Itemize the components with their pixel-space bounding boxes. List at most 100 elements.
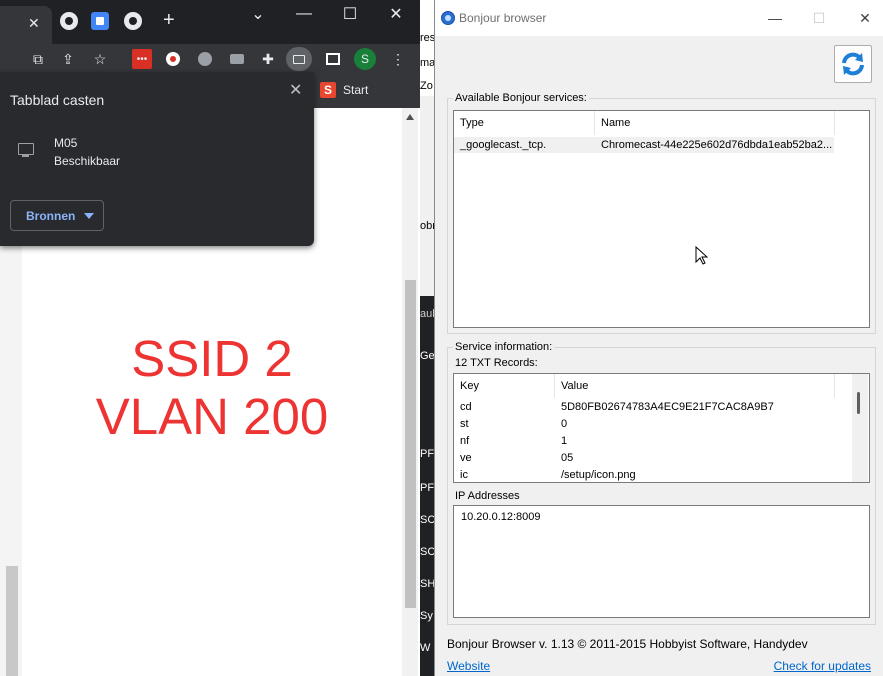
maximize-icon[interactable]: ☐: [327, 0, 373, 28]
footer-credits: Bonjour Browser v. 1.13 © 2011-2015 Hobb…: [447, 637, 808, 651]
check-updates-link[interactable]: Check for updates: [774, 659, 871, 673]
translate-tab-icon[interactable]: [91, 12, 109, 30]
start-bookmark-icon: S: [320, 82, 336, 98]
ip-address-item[interactable]: 10.20.0.12:8009: [461, 511, 541, 523]
new-tab-button[interactable]: +: [163, 10, 175, 30]
txt-value: 1: [561, 435, 568, 447]
bg-fragment: res: [420, 32, 434, 44]
service-type: _googlecast._tcp.: [460, 139, 547, 151]
share-icon[interactable]: ⇪: [58, 49, 78, 69]
extension-card-icon[interactable]: [227, 49, 247, 69]
bg-fragment: SH: [420, 578, 434, 590]
column-header-type[interactable]: Type: [454, 111, 595, 135]
close-tab-icon[interactable]: ✕: [28, 15, 40, 32]
bg-fragment: W: [420, 642, 431, 654]
active-tab[interactable]: ✕: [0, 6, 52, 44]
refresh-button[interactable]: [834, 45, 872, 83]
window-title: Bonjour browser: [459, 11, 547, 25]
minimize-icon[interactable]: —: [765, 8, 785, 28]
txt-value: /setup/icon.png: [561, 469, 636, 481]
website-link[interactable]: Website: [447, 659, 490, 673]
service-row[interactable]: _googlecast._tcp. Chromecast-44e225e602d…: [454, 137, 834, 153]
txt-row[interactable]: nf 1: [454, 433, 852, 449]
page-heading: SSID 2 VLAN 200: [22, 330, 402, 446]
ip-addresses-label: IP Addresses: [455, 490, 520, 502]
bg-fragment: ma: [420, 57, 434, 69]
services-list[interactable]: Type Name _googlecast._tcp. Chromecast-4…: [453, 110, 870, 328]
cast-device-status: Beschikbaar: [54, 154, 121, 168]
more-menu-icon[interactable]: ⋮: [388, 49, 408, 69]
refresh-icon: [842, 52, 864, 76]
start-bookmark[interactable]: Start: [343, 83, 368, 97]
ip-addresses-list[interactable]: 10.20.0.12:8009: [453, 505, 870, 618]
page-scrollbar[interactable]: [402, 108, 418, 676]
puzzle-extensions-icon[interactable]: ✚: [258, 49, 278, 69]
minimize-icon[interactable]: —: [281, 0, 327, 28]
column-header-name[interactable]: Name: [595, 111, 835, 135]
record-icon[interactable]: [163, 49, 183, 69]
txt-scrollbar-thumb[interactable]: [857, 392, 860, 414]
chrome-tab-icon[interactable]: [60, 12, 78, 30]
column-header-value[interactable]: Value: [555, 374, 835, 398]
close-icon[interactable]: ✕: [289, 80, 302, 100]
monitor-icon: [18, 143, 34, 157]
cast-icon[interactable]: [286, 47, 312, 71]
left-scrollbar-thumb[interactable]: [6, 566, 18, 676]
page-scrollbar-thumb[interactable]: [405, 280, 416, 608]
bookmark-star-icon[interactable]: ☆: [90, 49, 110, 69]
bg-fragment: Sy: [420, 610, 433, 622]
bg-fragment: PF: [420, 482, 434, 494]
txt-row[interactable]: ic /setup/icon.png: [454, 467, 852, 482]
translate-icon[interactable]: ⧉: [28, 49, 48, 69]
txt-scrollbar[interactable]: [852, 374, 868, 482]
txt-row[interactable]: ve 05: [454, 450, 852, 466]
bg-fragment: SC: [420, 514, 434, 526]
ssid-text: SSID 2: [131, 330, 293, 387]
cast-device-name: M05: [54, 136, 78, 150]
cast-dialog-title: Tabblad casten: [10, 92, 105, 108]
service-info-label: Service information:: [453, 341, 555, 353]
txt-count-label: 12 TXT Records:: [455, 357, 538, 369]
close-window-icon[interactable]: ✕: [373, 0, 419, 28]
bg-fragment: PF: [420, 448, 434, 460]
txt-key: st: [460, 418, 469, 430]
txt-value: 0: [561, 418, 568, 430]
chevron-down-icon[interactable]: ⌄: [235, 0, 281, 28]
cast-device-item[interactable]: M05 Beschikbaar: [0, 130, 314, 174]
maximize-icon: ☐: [812, 9, 826, 26]
mouse-cursor-icon: [695, 246, 709, 265]
txt-key: ic: [460, 469, 468, 481]
sidebar-toggle-icon[interactable]: [323, 49, 343, 69]
cast-dialog: Tabblad casten ✕ M05 Beschikbaar Bronnen: [0, 72, 314, 246]
close-window-icon[interactable]: ✕: [855, 8, 875, 28]
column-header-key[interactable]: Key: [454, 374, 555, 398]
caret-down-icon: [84, 212, 95, 219]
txt-value: 5D80FB02674783A4EC9E21F7CAC8A9B7: [561, 401, 774, 413]
txt-value: 05: [561, 452, 574, 464]
extension-dots-icon[interactable]: [195, 49, 215, 69]
bg-fragment: Geu: [420, 350, 434, 362]
bonjour-app-icon: [441, 11, 455, 25]
sources-dropdown-button[interactable]: Bronnen: [10, 200, 104, 231]
background-window-strip: res ma Zo obr aub Geu PF PF SC SC SH Sy …: [420, 0, 434, 676]
txt-key: cd: [460, 401, 472, 413]
bg-fragment: SC: [420, 546, 434, 558]
toolbar: ⧉ ⇪ ☆ ••• ✚ S ⋮: [0, 44, 420, 74]
bg-fragment: Zo: [420, 80, 433, 92]
txt-row[interactable]: cd 5D80FB02674783A4EC9E21F7CAC8A9B7: [454, 399, 852, 415]
txt-key: ve: [460, 452, 472, 464]
txt-row[interactable]: st 0: [454, 416, 852, 432]
service-name: Chromecast-44e225e602d76dbda1eab52ba2...: [601, 139, 833, 151]
txt-key: nf: [460, 435, 470, 447]
chrome-tab-icon[interactable]: [124, 12, 142, 30]
bonjour-browser-window: Bonjour browser — ☐ ✕ Available Bonjour …: [434, 0, 883, 676]
available-services-label: Available Bonjour services:: [453, 92, 589, 104]
vlan-text: VLAN 200: [95, 388, 329, 445]
scroll-up-icon[interactable]: [406, 114, 414, 120]
sources-label: Bronnen: [26, 208, 76, 223]
txt-records-list[interactable]: Key Value cd 5D80FB02674783A4EC9E21F7CAC…: [453, 373, 870, 483]
bg-fragment: aub: [420, 308, 434, 320]
title-bar: Bonjour browser — ☐ ✕: [435, 0, 883, 36]
profile-avatar[interactable]: S: [354, 48, 376, 70]
lastpass-icon[interactable]: •••: [132, 49, 152, 69]
